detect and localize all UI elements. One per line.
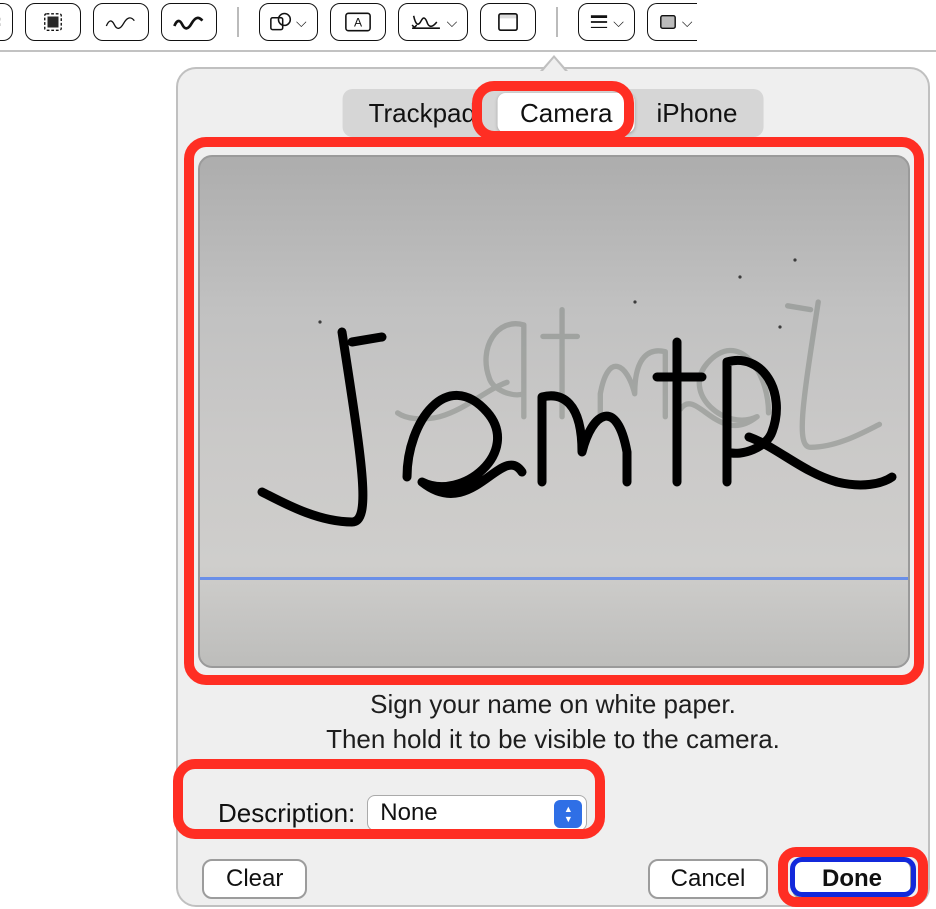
description-select[interactable]: None ▲▼: [367, 795, 587, 831]
markup-toolbar: ⌵ A ⌵ ⌵ ⌵: [0, 0, 936, 44]
toolbar-separator: [237, 7, 239, 37]
crop-button[interactable]: [0, 3, 13, 41]
note-icon: [497, 12, 519, 32]
selection-icon: [42, 11, 64, 33]
border-style-button[interactable]: ⌵: [578, 3, 635, 41]
captured-signature: [222, 302, 902, 532]
tab-camera[interactable]: Camera: [498, 93, 634, 133]
shapes-button[interactable]: ⌵: [259, 3, 318, 41]
signature-baseline: [200, 577, 908, 580]
fill-color-button[interactable]: ⌵: [647, 3, 697, 41]
fill-color-icon: [658, 13, 678, 31]
toolbar-bottom-rule: [0, 50, 936, 52]
chevron-down-icon: ⌵: [613, 15, 624, 29]
tab-iphone[interactable]: iPhone: [634, 93, 759, 133]
cancel-button[interactable]: Cancel: [648, 859, 768, 899]
tab-trackpad[interactable]: Trackpad: [347, 93, 498, 133]
chevron-down-icon: ⌵: [447, 15, 458, 29]
instructions-line-1: Sign your name on white paper.: [178, 687, 928, 722]
input-source-tabs: Trackpad Camera iPhone: [343, 89, 764, 137]
shapes-icon: [270, 12, 292, 32]
text-box-icon: A: [345, 12, 371, 32]
svg-text:A: A: [354, 15, 363, 29]
description-label: Description:: [218, 798, 355, 829]
instructions-text: Sign your name on white paper. Then hold…: [178, 687, 928, 757]
text-box-button[interactable]: A: [330, 3, 386, 41]
chevron-down-icon: ⌵: [296, 15, 307, 29]
description-row: Description: None ▲▼: [218, 795, 587, 831]
instructions-line-2: Then hold it to be visible to the camera…: [178, 722, 928, 757]
description-select-value: None: [380, 799, 437, 827]
rect-select-button[interactable]: [25, 3, 81, 41]
sketch-thick-button[interactable]: [161, 3, 217, 41]
sketch-thin-button[interactable]: [93, 3, 149, 41]
done-button[interactable]: Done: [792, 859, 912, 899]
note-button[interactable]: [480, 3, 536, 41]
sketch-thick-icon: [173, 13, 205, 31]
chevron-down-icon: ⌵: [682, 15, 693, 29]
sketch-thin-icon: [105, 13, 137, 31]
camera-preview: [198, 155, 910, 668]
dialog-pointer: [540, 55, 568, 71]
create-signature-dialog: Trackpad Camera iPhone Sign your name on…: [176, 67, 930, 907]
sign-button[interactable]: ⌵: [398, 3, 469, 41]
signature-icon: [409, 12, 443, 32]
crop-icon: [0, 11, 2, 33]
toolbar-separator: [556, 7, 558, 37]
clear-button[interactable]: Clear: [202, 859, 307, 899]
select-stepper-icon: ▲▼: [554, 800, 582, 828]
border-style-icon: [589, 13, 609, 31]
